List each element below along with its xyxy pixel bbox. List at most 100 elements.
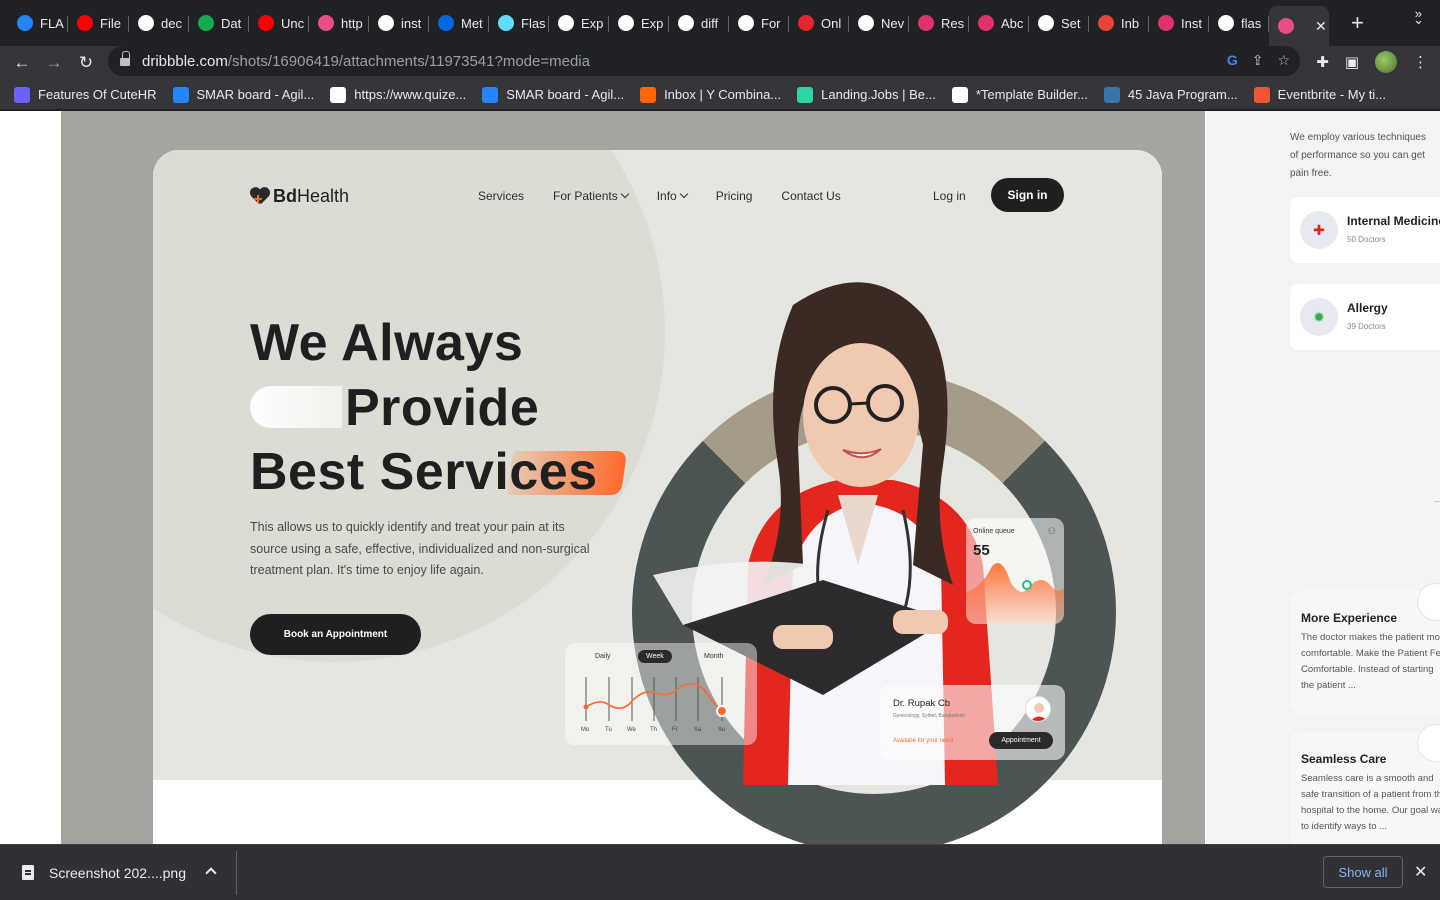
tab-title: inst (401, 15, 422, 31)
browser-tab[interactable]: flas (1209, 6, 1269, 40)
online-queue-card: Online queue ⚇ 55 (966, 518, 1064, 624)
browser-tab[interactable]: Abc (969, 6, 1029, 40)
new-tab-button[interactable]: + (1351, 10, 1364, 36)
hero-section: BdHealth Services For Patients Info Pric… (153, 150, 1162, 844)
day-sa: Sa (694, 727, 702, 733)
specialty-card[interactable]: ✚ Internal Medicine 50 Doctors (1290, 197, 1440, 263)
browser-tab[interactable]: inst (369, 6, 429, 40)
tab-title: Flas (521, 15, 546, 31)
nav-services[interactable]: Services (478, 189, 524, 203)
profile-avatar[interactable] (1375, 51, 1397, 73)
day-th: Th (650, 727, 658, 733)
bookmark-item[interactable]: 45 Java Program... (1103, 86, 1238, 103)
browser-tab[interactable]: Inst (1149, 6, 1209, 40)
specialty-card[interactable]: ✹ Allergy 39 Doctors (1290, 284, 1440, 350)
signin-button[interactable]: Sign in (991, 178, 1064, 212)
main-nav: Services For Patients Info Pricing Conta… (478, 189, 841, 203)
bookmark-item[interactable]: https://www.quize... (330, 86, 467, 103)
browser-tab[interactable]: Met (429, 6, 489, 40)
google-icon (378, 15, 394, 31)
tab-title: Set (1061, 15, 1081, 31)
bookmark-item[interactable]: SMAR board - Agil... (482, 86, 624, 103)
appointment-button[interactable]: Appointment (989, 732, 1053, 749)
tab-title: Exp (641, 15, 664, 31)
bookmark-item[interactable]: Landing.Jobs | Be... (797, 86, 936, 103)
lock-icon[interactable] (120, 51, 130, 67)
browser-tab[interactable]: File (68, 6, 129, 40)
people-icon: ⚇ (1047, 526, 1056, 536)
reload-button[interactable]: ↻ (70, 53, 102, 73)
address-bar[interactable]: dribbble.com/shots/16906419/attachments/… (108, 46, 1300, 76)
close-icon[interactable]: ✕ (1414, 862, 1427, 882)
browser-tab[interactable]: For (729, 6, 789, 40)
tab-title: Inst (1181, 15, 1202, 31)
bookmark-item[interactable]: Inbox | Y Combina... (640, 86, 781, 103)
browser-tab[interactable]: Nev (849, 6, 909, 40)
bdhealth-logo[interactable]: BdHealth (250, 186, 349, 207)
weekly-line-chart (583, 677, 728, 721)
back-button[interactable]: ← (6, 53, 38, 73)
tab-active[interactable]: ✕ (1269, 6, 1329, 46)
specialty-name: Internal Medicine (1347, 214, 1440, 228)
google-lens-icon[interactable]: G (1227, 52, 1238, 69)
login-link[interactable]: Log in (933, 189, 966, 203)
bookmark-label: 45 Java Program... (1127, 87, 1238, 102)
quizizz-icon (330, 86, 347, 103)
browser-tab[interactable]: dec (129, 6, 189, 40)
bookmark-item[interactable]: SMAR board - Agil... (172, 86, 314, 103)
browser-tab[interactable]: Unc (249, 6, 309, 40)
preview-intro: We employ various techniques of performa… (1290, 129, 1440, 183)
divider (1434, 501, 1440, 502)
show-all-button[interactable]: Show all (1323, 856, 1403, 888)
bookmark-star-icon[interactable]: ☆ (1277, 52, 1290, 69)
dribbble-icon (1278, 18, 1294, 34)
book-appointment-button[interactable]: Book an Appointment (250, 614, 421, 655)
close-tab-icon[interactable]: ✕ (1315, 18, 1327, 35)
browser-tab[interactable]: FLA (8, 6, 68, 40)
headline-line-2: Provide (345, 379, 540, 437)
nav-contact[interactable]: Contact Us (781, 189, 840, 203)
tab-title: Exp (581, 15, 604, 31)
bookmark-label: https://www.quize... (354, 87, 467, 102)
forward-button[interactable]: → (38, 53, 70, 73)
ycombinator-icon (640, 86, 657, 103)
bookmark-item[interactable]: Eventbrite - My ti... (1253, 86, 1386, 103)
divider (236, 851, 237, 895)
side-panel-icon[interactable]: ▣ (1345, 53, 1359, 71)
browser-tab[interactable]: Exp (549, 6, 609, 40)
tab-title: http (341, 15, 363, 31)
bookmarks-overflow-icon[interactable]: » (1415, 6, 1422, 21)
browser-tab[interactable]: Dat (189, 6, 249, 40)
browser-tab[interactable]: Set (1029, 6, 1089, 40)
menu-kebab-icon[interactable]: ⋮ (1413, 53, 1428, 71)
bookmark-label: *Template Builder... (975, 87, 1088, 102)
nav-for-patients[interactable]: For Patients (553, 189, 629, 203)
browser-tab[interactable]: Inb (1089, 6, 1149, 40)
browser-tab[interactable]: Onl (789, 6, 849, 40)
mongodb-icon (198, 15, 214, 31)
browser-tab[interactable]: diff (669, 6, 729, 40)
chevron-up-icon[interactable] (205, 867, 217, 879)
browser-tab[interactable]: Flas (489, 6, 549, 40)
specialty-doctors: 39 Doctors (1347, 322, 1386, 331)
doctor-avatar (1025, 696, 1051, 722)
headline-line-3: Best Services (250, 443, 598, 501)
extensions-puzzle-icon[interactable]: ✚ (1316, 53, 1329, 71)
feature-card: Seamless Care Seamless care is a smooth … (1290, 724, 1440, 844)
share-icon[interactable]: ⇪ (1252, 52, 1264, 69)
hero-description: This allows us to quickly identify and t… (250, 520, 590, 577)
feature-card: More Experience The doctor makes the pat… (1290, 583, 1440, 713)
bookmark-item[interactable]: Features Of CuteHR (14, 86, 157, 103)
day-mo: Mo (581, 727, 590, 733)
browser-tab[interactable]: Res (909, 6, 969, 40)
next-shot-preview: We employ various techniques of performa… (1206, 111, 1440, 844)
day-su: Su (718, 727, 726, 733)
browser-tab[interactable]: Exp (609, 6, 669, 40)
nav-info[interactable]: Info (657, 189, 688, 203)
browser-tab[interactable]: http (309, 6, 369, 40)
download-filename[interactable]: Screenshot 202....png (49, 865, 186, 881)
nav-pricing[interactable]: Pricing (716, 189, 753, 203)
bookmark-item[interactable]: *Template Builder... (951, 86, 1088, 103)
heart-plus-icon (250, 188, 270, 206)
react-icon (498, 15, 514, 31)
